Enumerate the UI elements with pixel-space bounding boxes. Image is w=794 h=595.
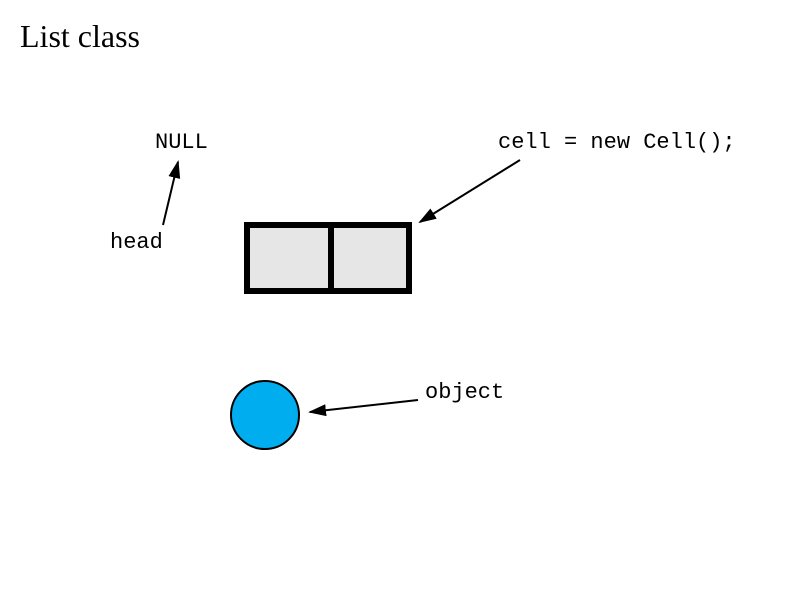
diagram-canvas: List class NULL cell = new Cell(); head … xyxy=(0,0,794,595)
null-label: NULL xyxy=(155,130,208,155)
page-title: List class xyxy=(20,18,140,55)
cell-divider xyxy=(328,228,334,288)
head-label: head xyxy=(110,230,163,255)
object-label: object xyxy=(425,380,504,405)
arrows-layer xyxy=(0,0,794,595)
arrow-head-to-null xyxy=(163,162,178,225)
arrow-object-to-circle xyxy=(310,400,418,412)
cell-node xyxy=(244,222,412,294)
cell-assignment-label: cell = new Cell(); xyxy=(498,130,736,155)
arrow-cell-to-node xyxy=(420,160,520,222)
object-circle xyxy=(230,380,300,450)
